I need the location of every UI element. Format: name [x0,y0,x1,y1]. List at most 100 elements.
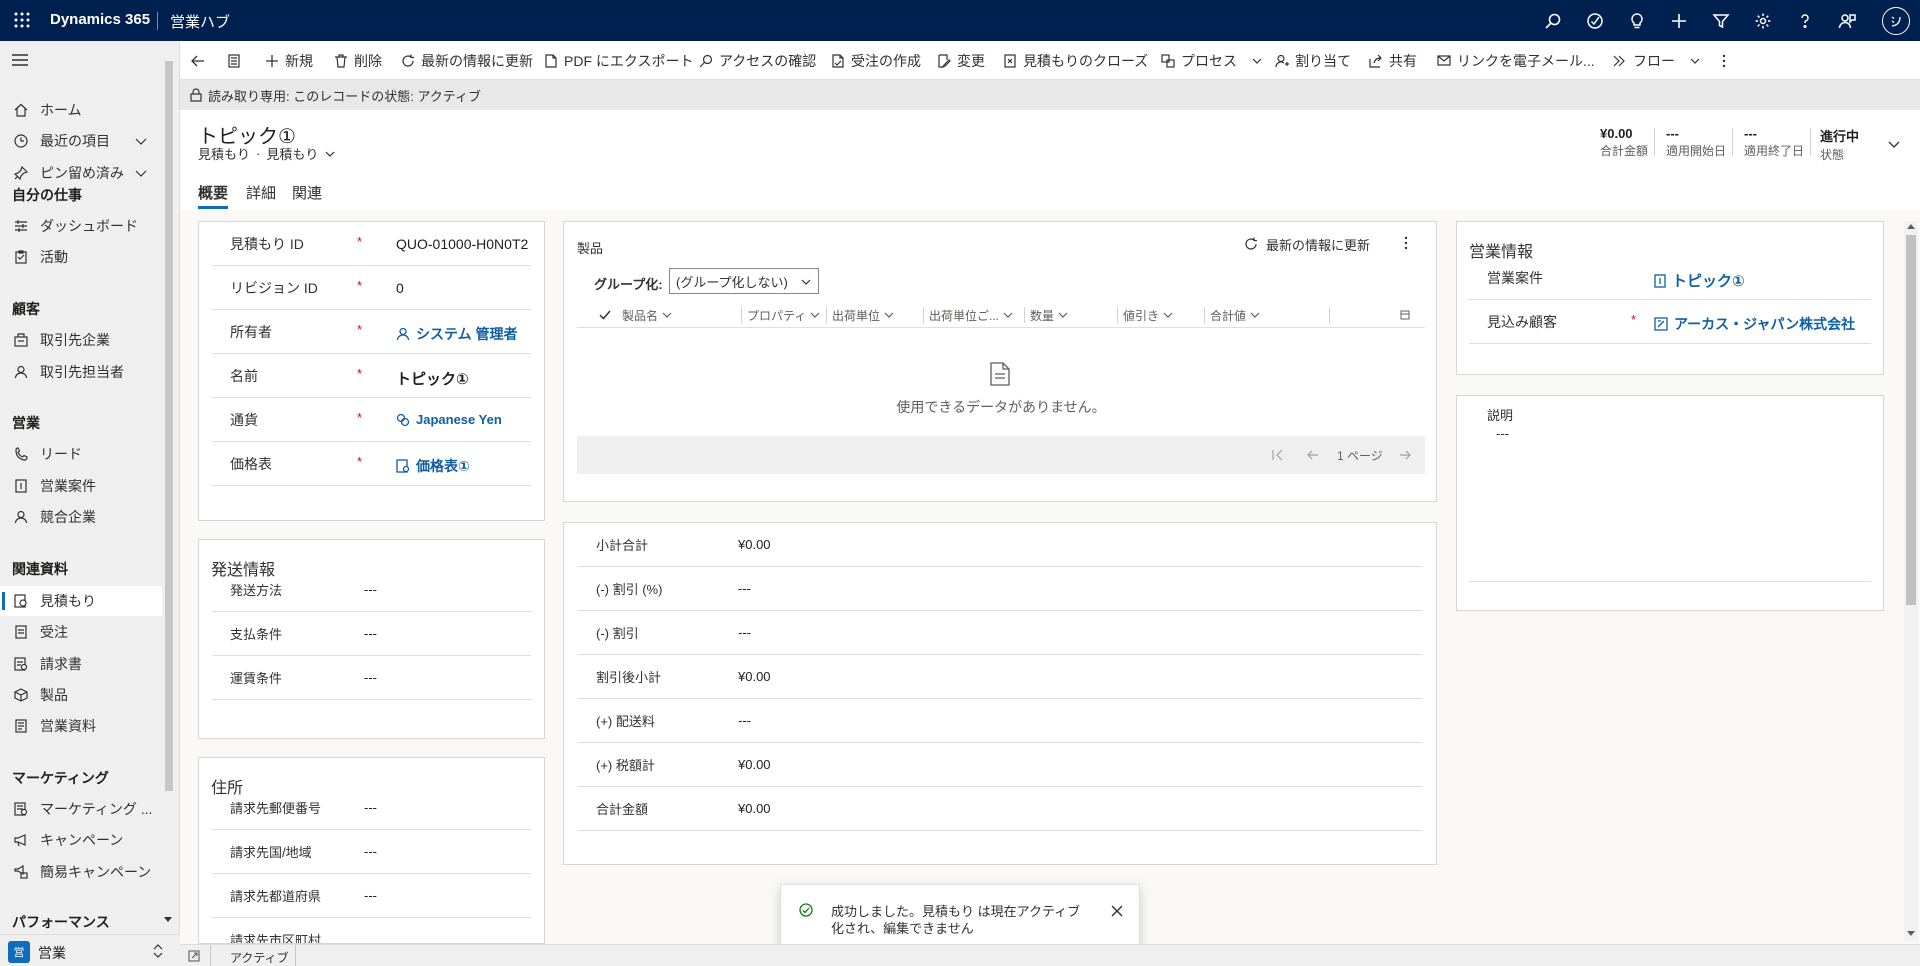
check-access-button[interactable]: アクセスの確認 [698,41,816,80]
back-button[interactable] [190,41,211,80]
lightbulb-icon[interactable] [1624,8,1650,34]
lock-icon [190,88,202,102]
column-discount[interactable]: 値引き [1123,302,1205,328]
share-icon [1368,53,1384,69]
tab-related[interactable]: 関連 [292,182,322,203]
task-check-icon[interactable] [1582,8,1608,34]
chevron-down-icon[interactable] [134,166,148,180]
tab-summary[interactable]: 概要 [198,182,229,209]
currency-link[interactable]: Japanese Yen [416,412,502,427]
area-switcher[interactable]: 営 営業 [0,934,180,966]
nav-item-dashboard[interactable]: ダッシュボード [0,211,162,241]
search-icon[interactable] [1540,8,1566,34]
page-scrollbar[interactable] [1904,221,1918,941]
process-button[interactable]: プロセス [1160,41,1263,80]
column-chooser-icon[interactable] [1400,302,1410,328]
nav-item-activities[interactable]: 活動 [0,242,162,272]
create-order-button[interactable]: 受注の作成 [830,41,921,80]
nav-item-pinned[interactable]: ピン留め済み [0,158,162,188]
delete-button[interactable]: 削除 [333,41,382,80]
products-section: 製品 最新の情報に更新 グループ化: (グループ化しない) 製品名 プロパティ … [563,221,1437,502]
close-quote-button[interactable]: 見積もりのクローズ [1002,41,1148,80]
empty-message: 使用できるデータがありません。 [896,399,1106,415]
nav-item-accounts[interactable]: 取引先企業 [0,325,162,355]
scroll-down-arrow-icon[interactable] [164,915,172,923]
feedback-person-icon[interactable] [1834,8,1860,34]
nav-item-invoices[interactable]: 請求書 [0,649,162,679]
export-pdf-button[interactable]: PDF にエクスポート [543,41,693,80]
column-property[interactable]: プロパティ [747,302,827,328]
owner-link[interactable]: システム 管理者 [416,324,517,344]
app-name[interactable]: 営業ハブ [170,11,230,32]
nav-item-quotes[interactable]: 見積もり [0,586,162,616]
close-icon[interactable] [1111,905,1123,917]
open-in-new-window-icon[interactable] [188,950,200,962]
more-commands-button[interactable] [1722,41,1726,80]
assign-button[interactable]: 割り当て [1274,41,1351,80]
chevron-down-icon[interactable] [134,134,148,148]
new-button[interactable]: 新規 [264,41,313,80]
nav-item-label: 営業案件 [40,478,96,494]
megaphone-icon [12,831,30,849]
flow-button[interactable]: フロー [1612,41,1701,80]
success-check-circle-icon [799,903,813,917]
scrollbar-thumb[interactable] [1906,235,1916,605]
nav-item-campaigns[interactable]: キャンペーン [0,825,162,855]
email-link-button[interactable]: リンクを電子メール... [1436,41,1595,80]
column-product-name[interactable]: 製品名 [622,302,742,328]
dashboard-icon [12,217,30,235]
column-quantity[interactable]: 数量 [1030,302,1118,328]
help-icon[interactable] [1792,8,1818,34]
app-launcher-icon[interactable] [10,8,34,32]
expand-header-chevron-icon[interactable] [1886,136,1902,152]
group-by-dropdown[interactable]: (グループ化しない) [669,268,819,294]
nav-item-label: ダッシュボード [40,218,138,234]
plus-icon[interactable] [1666,8,1692,34]
opportunity-link[interactable]: トピック① [1672,270,1745,291]
first-page-icon[interactable] [1272,449,1284,461]
nav-item-recent[interactable]: 最近の項目 [0,126,162,156]
select-all-checkbox[interactable] [599,302,611,328]
nav-item-leads[interactable]: リード [0,439,162,469]
column-unit-price[interactable]: 出荷単位ご... [929,302,1025,328]
building-icon [12,331,30,349]
nav-item-quick-campaigns[interactable]: 簡易キャンペーン [0,857,162,887]
hamburger-icon[interactable] [12,53,28,67]
field-subtotal: 小計合計 ¥0.00 [578,523,1422,567]
nav-item-products[interactable]: 製品 [0,680,162,710]
nav-item-home[interactable]: ホーム [0,95,162,125]
column-unit[interactable]: 出荷単位 [832,302,924,328]
products-more-button[interactable] [1404,236,1408,250]
left-navigation: ホーム 最近の項目 ピン留め済み 自分の仕事 ダッシュボード 活動 顧客 取引先… [0,41,180,966]
page-number: 1 ページ [1337,449,1383,463]
tab-details[interactable]: 詳細 [246,182,276,203]
price-list-link[interactable]: 価格表① [416,456,470,476]
form-selector[interactable]: 見積もり [266,144,318,163]
nav-item-sales-literature[interactable]: 営業資料 [0,711,162,741]
nav-item-competitors[interactable]: 競合企業 [0,502,162,532]
scroll-up-arrow-icon[interactable] [1907,223,1915,231]
column-extended-amount[interactable]: 合計値 [1210,302,1330,328]
description-value[interactable]: --- [1496,426,1509,441]
previous-page-icon[interactable] [1307,449,1319,461]
scroll-down-arrow-icon[interactable] [1907,929,1915,937]
nav-item-opportunities[interactable]: 営業案件 [0,471,162,501]
brand-title[interactable]: Dynamics 365 [50,11,150,28]
chevron-down-icon[interactable] [324,148,336,160]
refresh-button[interactable]: 最新の情報に更新 [400,41,533,80]
key-search-icon [698,53,714,69]
products-refresh-button[interactable]: 最新の情報に更新 [1244,232,1370,256]
customer-link[interactable]: アーカス・ジャパン株式会社 [1674,314,1855,334]
nav-scrollbar[interactable] [165,61,173,791]
user-avatar[interactable] [1882,7,1910,35]
share-button[interactable]: 共有 [1368,41,1417,80]
next-page-icon[interactable] [1399,449,1411,461]
revise-button[interactable]: 変更 [936,41,985,80]
nav-item-marketing-lists[interactable]: マーケティング ... [0,794,162,824]
record-set-button[interactable] [226,41,247,80]
filter-icon[interactable] [1708,8,1734,34]
divider [1810,128,1811,156]
nav-item-orders[interactable]: 受注 [0,617,162,647]
settings-gear-icon[interactable] [1750,8,1776,34]
nav-item-contacts[interactable]: 取引先担当者 [0,357,162,387]
